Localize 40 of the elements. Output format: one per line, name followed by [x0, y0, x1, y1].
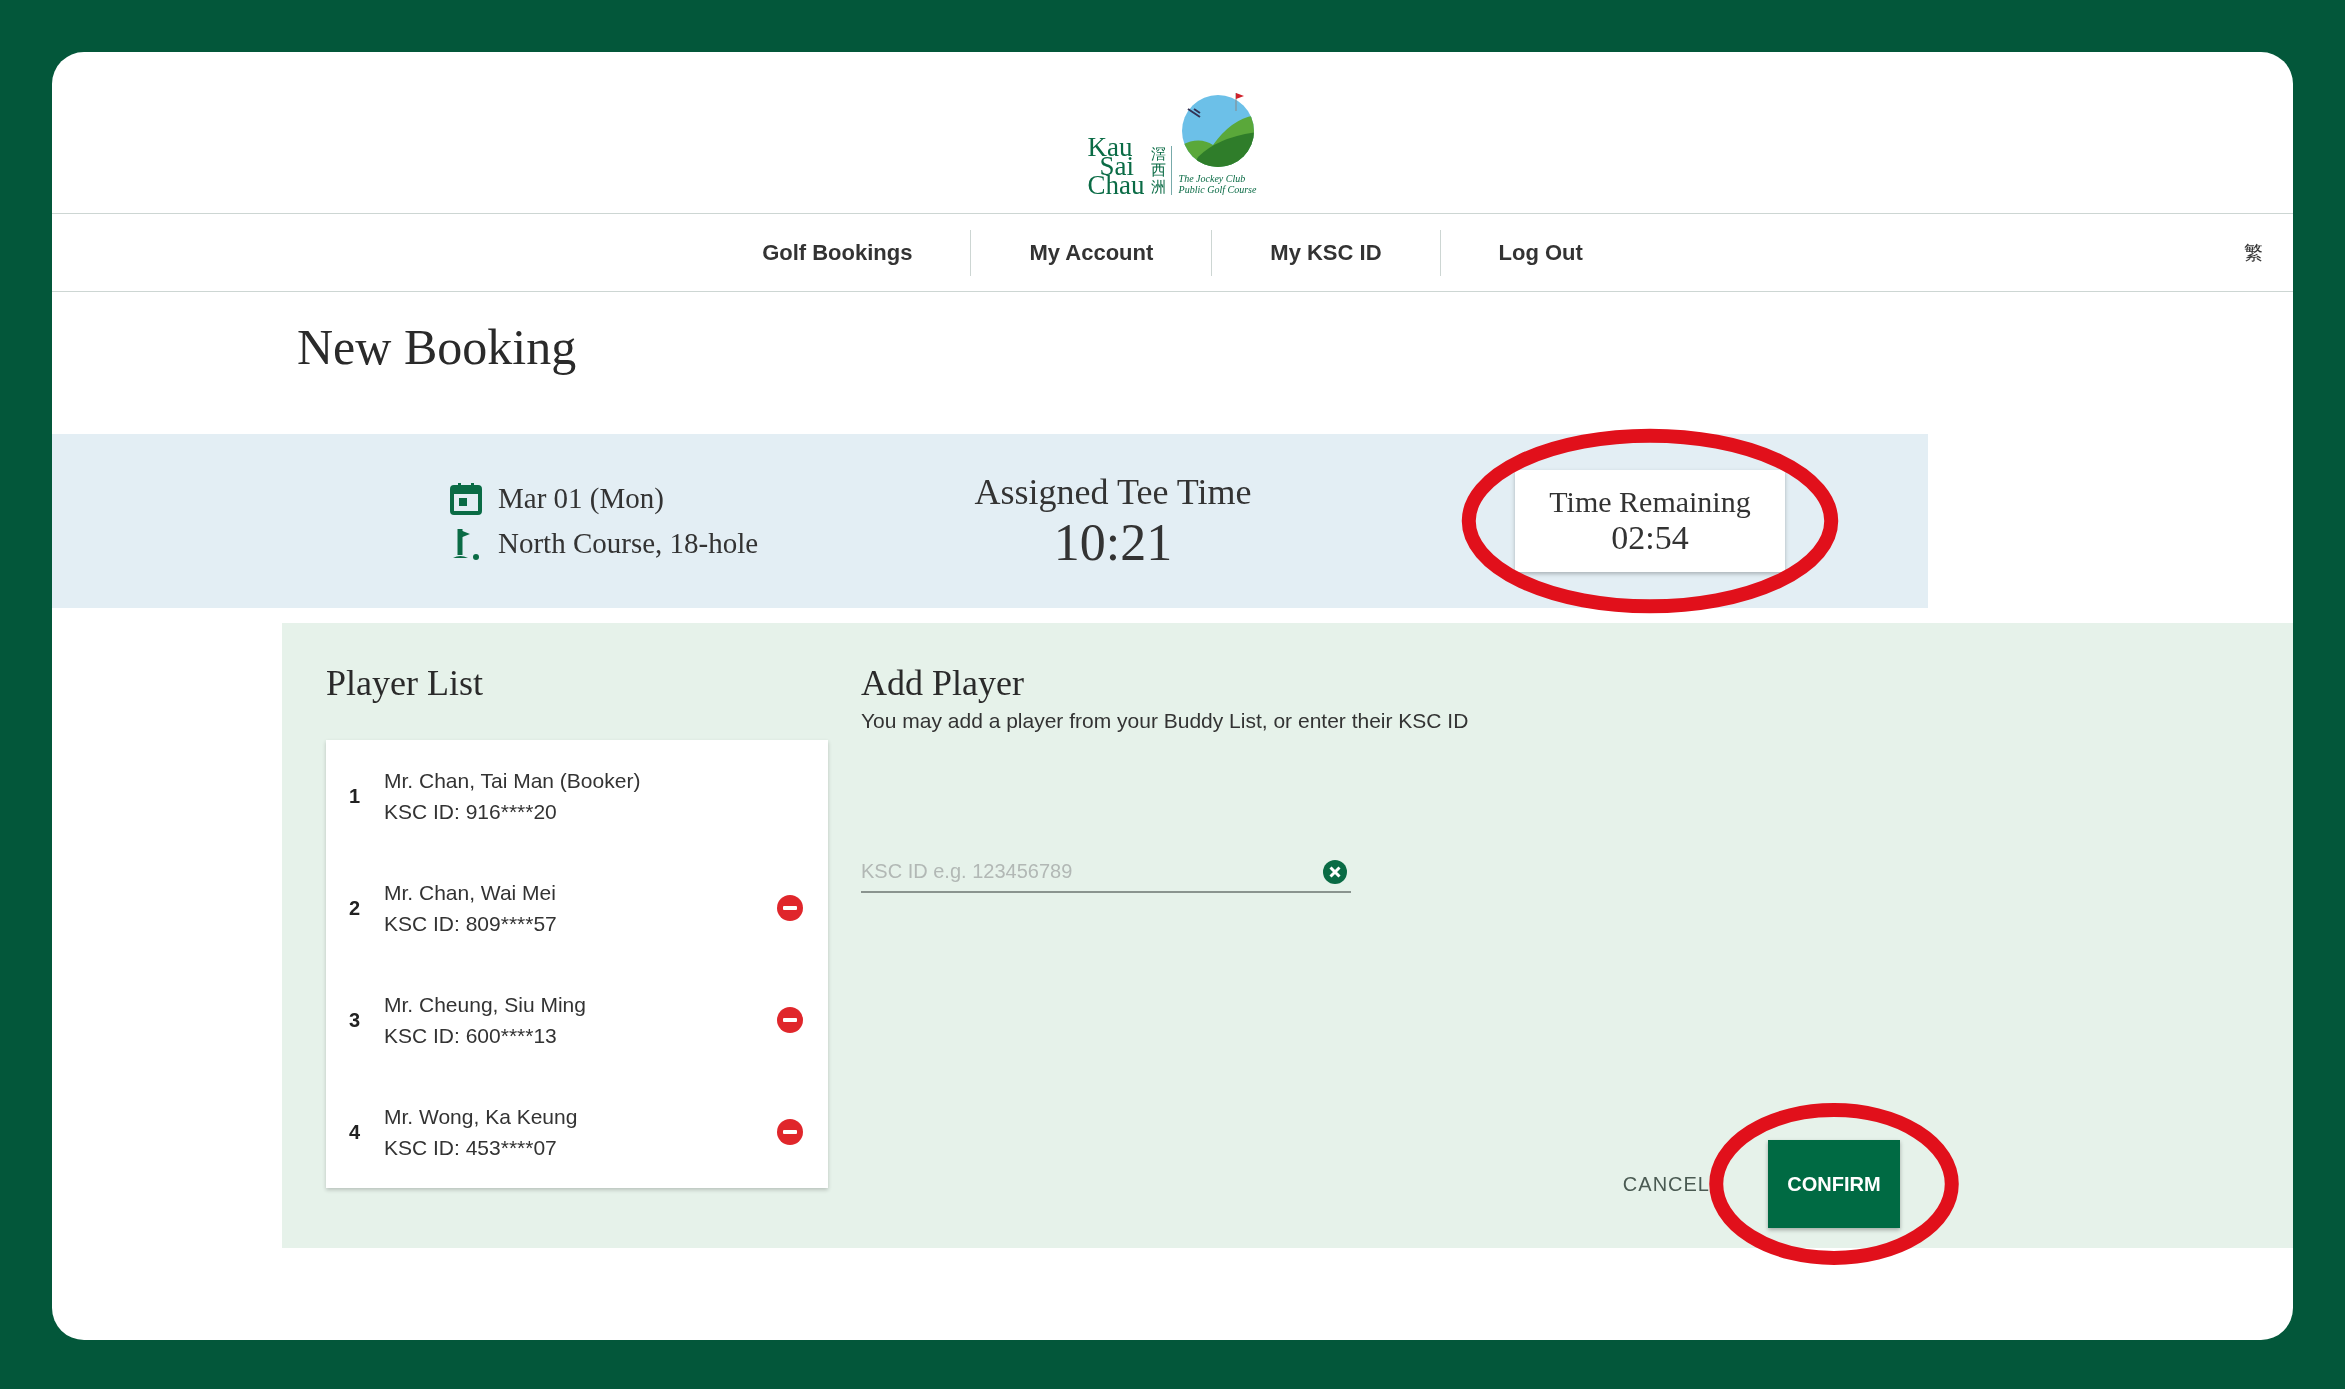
countdown-label: Time Remaining	[1549, 485, 1751, 519]
logo-tagline: Public Golf Course	[1178, 184, 1257, 195]
confirm-button[interactable]: CONFIRM	[1768, 1140, 1900, 1228]
countdown-value: 02:54	[1611, 519, 1689, 557]
clear-icon[interactable]	[1323, 860, 1347, 884]
tee-time-label: Assigned Tee Time	[974, 470, 1252, 513]
nav-link[interactable]: Golf Bookings	[704, 239, 971, 266]
remove-icon[interactable]	[777, 1119, 803, 1145]
page-title: New Booking	[296, 318, 578, 377]
logo-text: Chau	[1087, 176, 1145, 195]
player-number: 1	[347, 784, 360, 808]
calendar-icon	[450, 481, 482, 515]
section-title: Player List	[326, 663, 484, 703]
player-ksc-id: KSC ID: 809****57	[384, 911, 558, 937]
player-name: Mr. Chan, Tai Man (Booker)	[384, 768, 642, 794]
tee-time: 10:21	[1053, 512, 1173, 572]
nav-link[interactable]: My KSC ID	[1212, 239, 1440, 266]
helper-text: You may add a player from your Buddy List, or enter their KSC ID	[861, 709, 1470, 733]
player-number: 2	[347, 896, 360, 920]
booking-date: Mar 01 (Mon)	[498, 481, 664, 515]
logo-text: Sai	[1099, 157, 1134, 176]
player-ksc-id: KSC ID: 600****13	[384, 1023, 558, 1049]
remove-icon[interactable]	[777, 895, 803, 921]
player-number: 4	[347, 1120, 360, 1144]
player-name: Mr. Chan, Wai Mei	[384, 880, 557, 906]
cancel-button[interactable]: CANCEL	[1622, 1172, 1710, 1196]
logo-tagline: The Jockey Club	[1178, 173, 1247, 184]
player-ksc-id: KSC ID: 916****20	[384, 799, 558, 825]
player-number: 3	[347, 1008, 360, 1032]
course-name: North Course, 18-hole	[498, 527, 759, 560]
nav-link[interactable]: Log Out	[1440, 239, 1641, 266]
language-toggle[interactable]: 繁	[2244, 239, 2263, 266]
logo-chinese-text: 滘西洲	[1150, 145, 1172, 195]
section-title: Add Player	[861, 663, 1025, 703]
player-ksc-id: KSC ID: 453****07	[384, 1135, 558, 1161]
player-name: Mr. Cheung, Siu Ming	[384, 992, 587, 1018]
player-name: Mr. Wong, Ka Keung	[384, 1104, 579, 1130]
logo-text: Kau	[1087, 138, 1133, 157]
nav-link[interactable]: My Account	[971, 239, 1212, 266]
remove-icon[interactable]	[777, 1007, 803, 1033]
